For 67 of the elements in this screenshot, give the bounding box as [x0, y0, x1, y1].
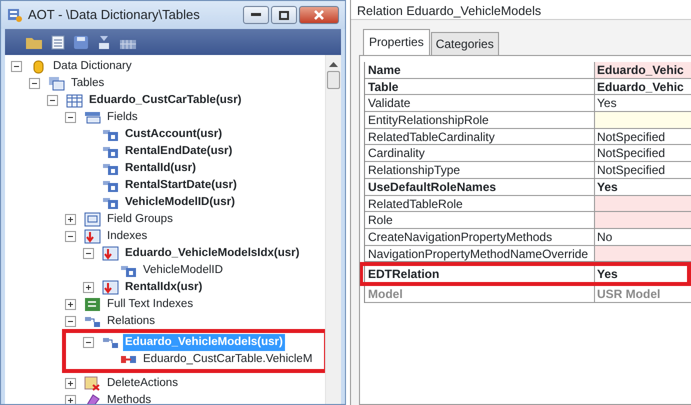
close-icon	[314, 10, 324, 20]
fields-icon	[84, 110, 101, 125]
table-icon	[66, 93, 83, 108]
collapse-icon[interactable]	[47, 95, 58, 106]
field-icon	[102, 127, 119, 142]
tree-item[interactable]: VehicleModelID(usr)	[123, 194, 237, 212]
collapse-icon[interactable]	[29, 78, 40, 89]
tree-item[interactable]: RentalIdx(usr)	[123, 278, 204, 296]
collapse-icon[interactable]	[11, 61, 22, 72]
tables-icon	[48, 76, 65, 91]
expand-icon[interactable]	[65, 214, 76, 225]
minimize-button[interactable]	[243, 6, 269, 24]
import-icon[interactable]	[97, 34, 111, 50]
tree-item[interactable]: Indexes	[105, 228, 150, 246]
tree-item[interactable]: RentalId(usr)	[123, 160, 198, 178]
relation-icon	[102, 335, 119, 350]
expand-icon[interactable]	[65, 299, 76, 310]
group-icon	[84, 212, 101, 227]
relation-icon	[84, 314, 101, 329]
field-icon	[102, 144, 119, 159]
tab[interactable]: Properties	[363, 29, 430, 55]
panel-title: Relation Eduardo_VehicleModels	[351, 0, 691, 20]
tree-item[interactable]: Fields	[105, 108, 140, 126]
minimize-icon	[251, 13, 261, 17]
tree-item[interactable]: Relations	[105, 312, 157, 330]
methods-icon	[84, 393, 101, 404]
save-icon[interactable]	[73, 34, 89, 50]
tree-item[interactable]: RentalStartDate(usr)	[123, 176, 239, 194]
tab[interactable]: Categories	[430, 32, 499, 55]
tree-item[interactable]: DeleteActions	[105, 374, 180, 392]
collapse-icon[interactable]	[83, 337, 94, 348]
tree-item[interactable]: Full Text Indexes	[105, 296, 196, 314]
scrollbar-thumb[interactable]	[327, 71, 340, 89]
collapse-icon[interactable]	[83, 248, 94, 259]
collapse-icon[interactable]	[65, 112, 76, 123]
index-icon	[84, 229, 101, 244]
tree-item[interactable]: Data Dictionary	[51, 58, 134, 76]
close-button[interactable]	[299, 6, 339, 24]
maximize-icon	[279, 10, 289, 20]
tree-item[interactable]: CustAccount(usr)	[123, 126, 224, 144]
scroll-up-icon[interactable]	[329, 61, 338, 67]
tree-item[interactable]: Eduardo_VehicleModelsIdx(usr)	[123, 244, 302, 262]
tree-item[interactable]: Tables	[69, 74, 106, 92]
field-icon	[102, 161, 119, 176]
property-value[interactable]: Eduardo_Vehic	[595, 62, 691, 78]
scrollbar[interactable]	[325, 55, 341, 404]
properties-icon[interactable]	[51, 34, 65, 50]
expand-icon[interactable]	[65, 378, 76, 389]
field-icon	[120, 263, 137, 278]
index-icon	[102, 280, 119, 295]
tree-item[interactable]: Eduardo_CustCarTable(usr)	[87, 92, 244, 110]
field-icon	[102, 178, 119, 193]
collapse-icon[interactable]	[65, 231, 76, 242]
window-title: AOT - \Data Dictionary\Tables	[28, 6, 200, 24]
tree-item[interactable]: VehicleModelID	[141, 262, 225, 280]
tree-item[interactable]: Eduardo_CustCarTable.VehicleM	[141, 350, 314, 368]
delete-icon	[84, 376, 101, 391]
collapse-icon[interactable]	[65, 316, 76, 327]
maximize-button[interactable]	[271, 6, 297, 24]
tree-item[interactable]: Field Groups	[105, 210, 175, 228]
tree-item[interactable]: RentalEndDate(usr)	[123, 142, 234, 160]
expand-icon[interactable]	[65, 395, 76, 404]
expand-icon[interactable]	[83, 282, 94, 293]
window-app-icon	[7, 7, 23, 23]
field-icon	[102, 195, 119, 210]
tree-item[interactable]: Methods	[105, 392, 154, 404]
index-icon	[102, 246, 119, 261]
